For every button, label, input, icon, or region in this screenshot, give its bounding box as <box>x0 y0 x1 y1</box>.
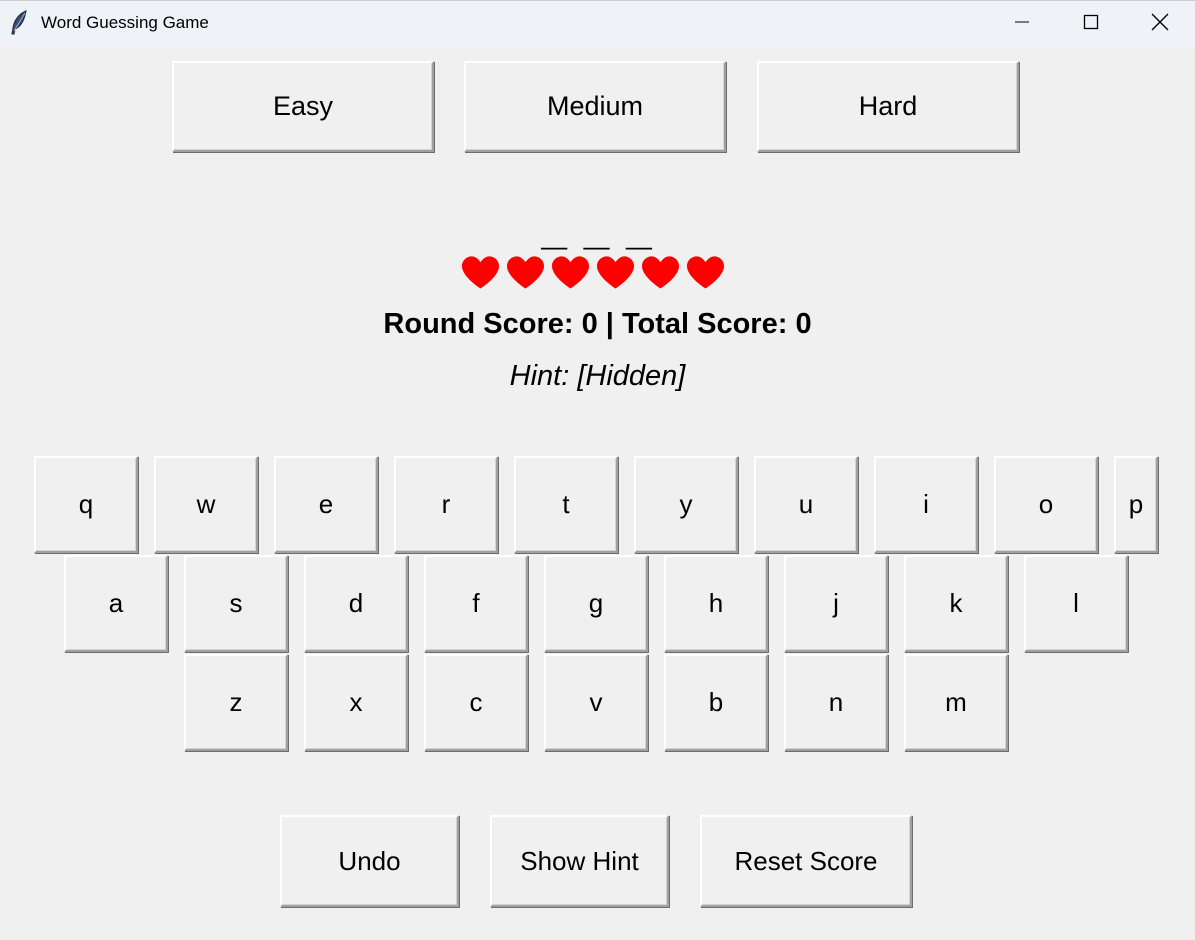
key-a[interactable]: a <box>64 555 168 652</box>
key-g[interactable]: g <box>544 555 648 652</box>
heart-icon <box>596 256 635 289</box>
key-v[interactable]: v <box>544 654 648 751</box>
feather-icon <box>9 10 31 36</box>
key-x[interactable]: x <box>304 654 408 751</box>
hard-button[interactable]: Hard <box>757 61 1019 152</box>
key-e[interactable]: e <box>274 456 378 553</box>
key-i[interactable]: i <box>874 456 978 553</box>
easy-button[interactable]: Easy <box>172 61 434 152</box>
title-bar: Word Guessing Game <box>0 0 1195 46</box>
heart-icon <box>551 256 590 289</box>
key-j[interactable]: j <box>784 555 888 652</box>
heart-icon <box>686 256 725 289</box>
heart-icon <box>461 256 500 289</box>
heart-icon <box>641 256 680 289</box>
key-d[interactable]: d <box>304 555 408 652</box>
key-z[interactable]: z <box>184 654 288 751</box>
word-display: _ _ _ <box>541 202 654 254</box>
medium-button[interactable]: Medium <box>464 61 726 152</box>
heart-icon <box>506 256 545 289</box>
key-o[interactable]: o <box>994 456 1098 553</box>
minimize-icon <box>1014 14 1030 35</box>
key-c[interactable]: c <box>424 654 528 751</box>
hint-label: Hint: [Hidden] <box>509 360 686 392</box>
key-p[interactable]: p <box>1114 456 1158 553</box>
key-s[interactable]: s <box>184 555 288 652</box>
key-h[interactable]: h <box>664 555 768 652</box>
close-button[interactable] <box>1125 1 1195 47</box>
show-hint-button[interactable]: Show Hint <box>490 815 669 907</box>
key-n[interactable]: n <box>784 654 888 751</box>
key-u[interactable]: u <box>754 456 858 553</box>
maximize-icon <box>1083 14 1099 35</box>
score-label: Round Score: 0 | Total Score: 0 <box>383 308 812 340</box>
close-icon <box>1151 13 1169 36</box>
app-window: Word Guessing Game Easy Medium Hard _ _ … <box>0 0 1195 940</box>
key-m[interactable]: m <box>904 654 1008 751</box>
key-k[interactable]: k <box>904 555 1008 652</box>
reset-score-button[interactable]: Reset Score <box>700 815 912 907</box>
undo-button[interactable]: Undo <box>280 815 459 907</box>
key-r[interactable]: r <box>394 456 498 553</box>
key-l[interactable]: l <box>1024 555 1128 652</box>
lives-hearts <box>461 256 731 292</box>
key-b[interactable]: b <box>664 654 768 751</box>
maximize-button[interactable] <box>1056 1 1126 47</box>
key-w[interactable]: w <box>154 456 258 553</box>
key-f[interactable]: f <box>424 555 528 652</box>
minimize-button[interactable] <box>987 1 1057 47</box>
key-y[interactable]: y <box>634 456 738 553</box>
key-t[interactable]: t <box>514 456 618 553</box>
window-title: Word Guessing Game <box>41 13 209 32</box>
key-q[interactable]: q <box>34 456 138 553</box>
